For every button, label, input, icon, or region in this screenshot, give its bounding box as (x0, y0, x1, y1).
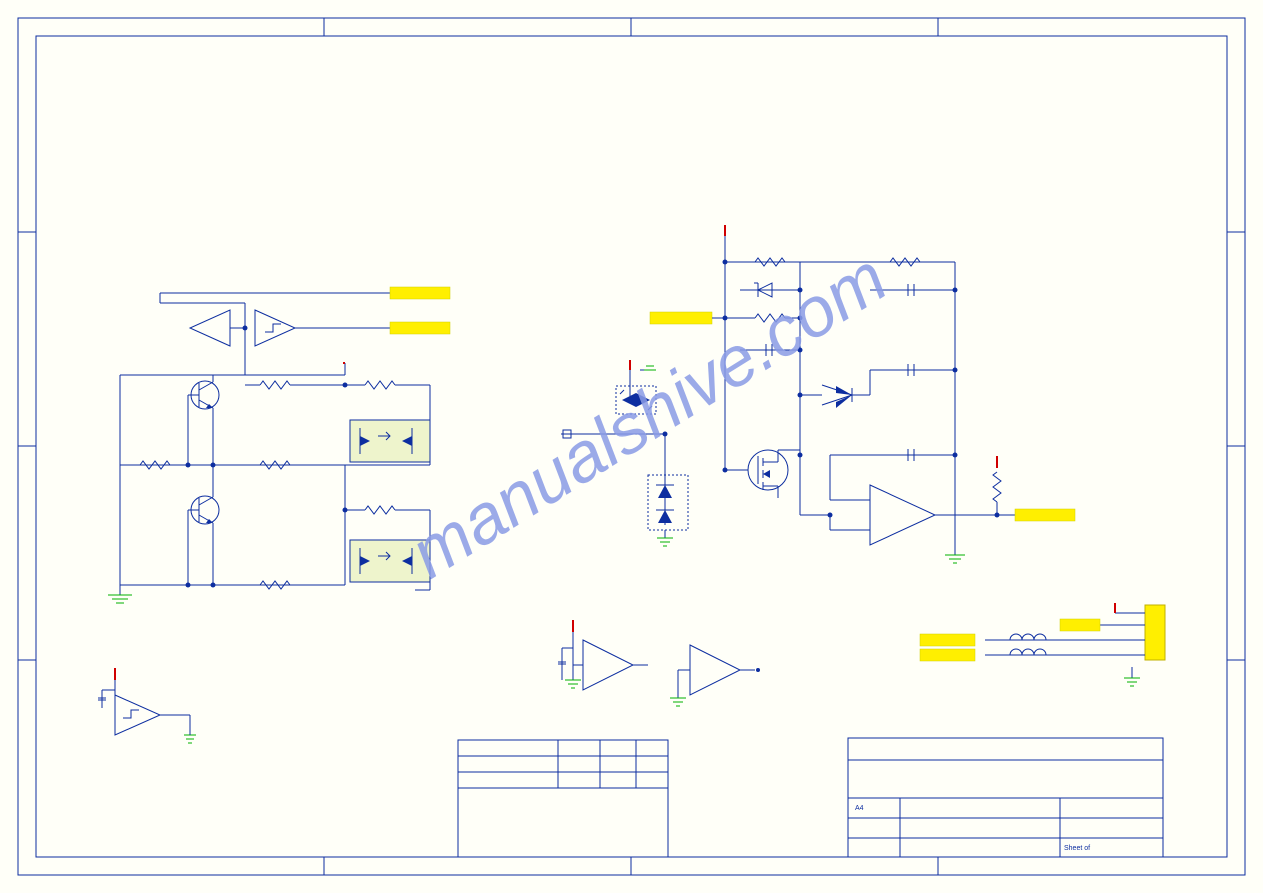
net-label-6 (920, 634, 975, 646)
buffer-1 (190, 310, 230, 346)
net-label-2 (390, 322, 450, 334)
schematic-svg: A4 Sheet of manualshive.com (0, 0, 1263, 893)
gnd-schmitt (172, 715, 196, 743)
net-label-1 (390, 287, 450, 299)
net-label-5 (1060, 619, 1100, 631)
gnd-tvs-bot (657, 530, 673, 546)
net-label-3 (650, 312, 712, 324)
schmitt-block (98, 668, 196, 743)
title-block: A4 Sheet of (458, 738, 1163, 857)
gnd-connector (1124, 667, 1140, 686)
dual-diode (822, 385, 852, 408)
buffer-2-schmitt (255, 310, 295, 346)
center-buffers (558, 620, 760, 706)
r-top-2 (365, 381, 395, 389)
mosfet-q3 (748, 450, 788, 498)
gnd-opamp (945, 555, 965, 563)
net-label-7 (920, 649, 975, 661)
sheet-of-label: Sheet of (1064, 845, 1090, 852)
size-label: A4 (855, 805, 864, 812)
schematic-page: A4 Sheet of manualshive.com (0, 0, 1263, 893)
gnd-left (108, 595, 132, 603)
r-top-1 (260, 381, 290, 389)
r-mid-3 (365, 506, 395, 514)
connector-block (920, 603, 1165, 686)
gnd-center-1 (565, 680, 581, 688)
opamp-u6 (870, 485, 935, 545)
net-label-4 (1015, 509, 1075, 521)
watermark-text: manualshive.com (397, 238, 900, 593)
gnd-center-2 (670, 698, 686, 706)
left-circuit (108, 287, 450, 603)
optocoupler-1 (350, 420, 430, 462)
